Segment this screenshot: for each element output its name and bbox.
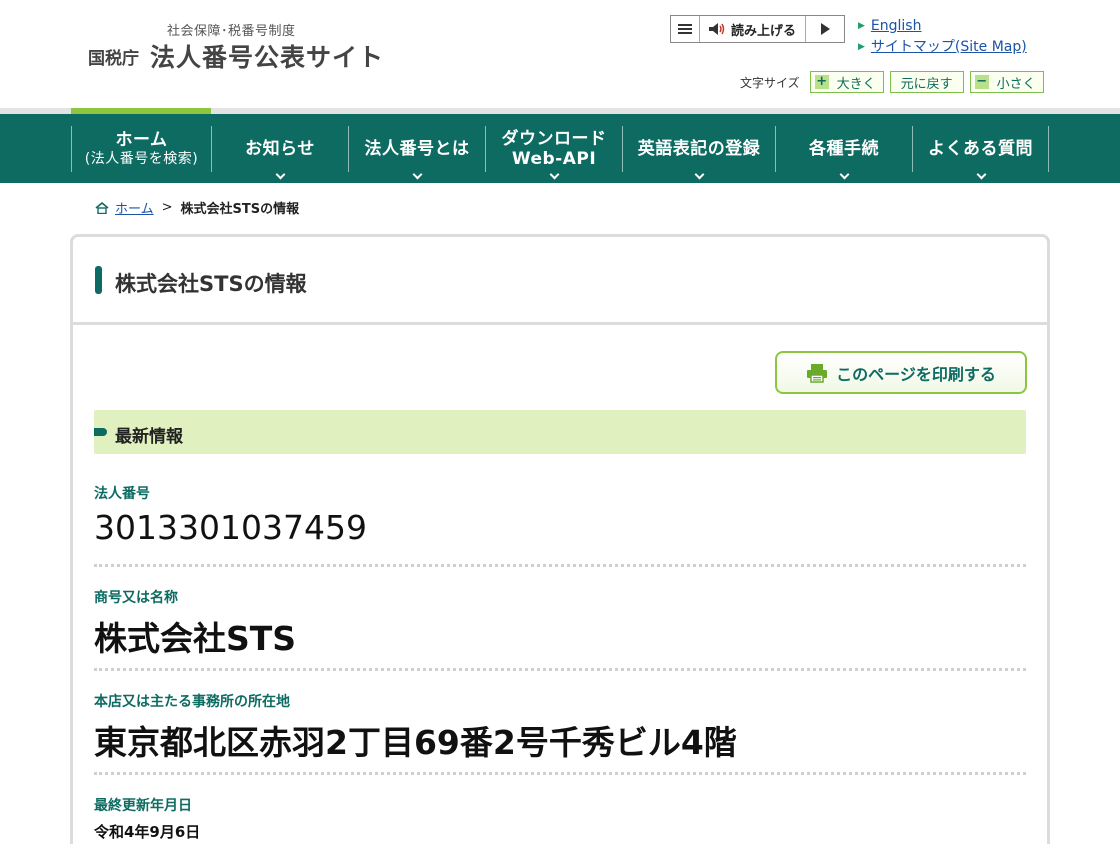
- field-address: 本店又は主たる事務所の所在地 東京都北区赤羽2丁目69番2号千秀ビル4階: [94, 691, 1026, 764]
- field-label: 商号又は名称: [94, 590, 178, 606]
- font-bigger-label: 大きく: [836, 76, 876, 92]
- printer-icon: [807, 363, 828, 383]
- site-header: 社会保障･税番号制度 国税庁 法人番号公表サイト 読み上げる ▶ English …: [0, 0, 1120, 108]
- print-button-label: このページを印刷する: [836, 364, 996, 384]
- field-company-name: 商号又は名称 株式会社STS: [94, 587, 1026, 660]
- menu-icon-line: [678, 28, 692, 30]
- menu-icon-line: [678, 32, 692, 34]
- field-value: 株式会社STS: [94, 619, 297, 658]
- field-value: 3013301037459: [94, 508, 367, 547]
- readspeaker-read-button[interactable]: 読み上げる: [700, 16, 806, 42]
- panel-header: 株式会社STSの情報: [73, 237, 1047, 325]
- latest-info-header: 最新情報: [94, 410, 1026, 454]
- chevron-down-icon: [839, 169, 850, 180]
- nav-item-home[interactable]: ホーム (法人番号を検索): [71, 126, 211, 172]
- nav-item-label: お知らせ: [245, 139, 315, 159]
- chevron-down-icon: [412, 169, 423, 180]
- font-size-label: 文字サイズ: [740, 75, 800, 90]
- arrow-right-icon: ▶: [858, 21, 865, 31]
- english-link-label: English: [870, 18, 922, 34]
- nav-item-sublabel: (法人番号を検索): [84, 151, 199, 167]
- field-divider: [94, 668, 1026, 671]
- font-size-controls: 文字サイズ + 大きく 元に戻す − 小さく: [740, 71, 1050, 93]
- header-links: ▶ English ▶ サイトマップ(Site Map): [858, 16, 1027, 58]
- home-icon: [95, 201, 109, 214]
- nav-item-label: 各種手続: [809, 139, 879, 159]
- readspeaker-menu-button[interactable]: [671, 16, 700, 42]
- section-title: 最新情報: [115, 427, 183, 447]
- readspeaker-play-button[interactable]: [806, 16, 844, 42]
- font-smaller-button[interactable]: − 小さく: [969, 71, 1044, 93]
- section-accent-bar: [94, 428, 107, 436]
- chevron-down-icon: [976, 169, 986, 180]
- plus-icon: +: [814, 74, 829, 89]
- title-accent-bar: [95, 266, 102, 294]
- field-value: 令和4年9月6日: [94, 823, 201, 841]
- nav-item-label: ダウンロード: [501, 129, 607, 149]
- nav-item-download[interactable]: ダウンロード Web-API: [485, 126, 622, 180]
- nav-item-label: 英語表記の登録: [637, 139, 761, 159]
- play-icon: [820, 23, 830, 35]
- english-link[interactable]: ▶ English: [858, 16, 1027, 37]
- logo-title: 法人番号公表サイト: [150, 43, 385, 72]
- field-value: 東京都北区赤羽2丁目69番2号千秀ビル4階: [94, 723, 737, 762]
- breadcrumb-current: 株式会社STSの情報: [180, 202, 300, 217]
- breadcrumb-separator: >: [161, 200, 173, 215]
- print-page-button[interactable]: このページを印刷する: [775, 351, 1027, 394]
- breadcrumb-home-link[interactable]: ホーム: [115, 198, 154, 217]
- nav-item-label: よくある質問: [928, 139, 1033, 159]
- readspeaker-label: 読み上げる: [731, 23, 797, 39]
- field-corporate-number: 法人番号 3013301037459: [94, 483, 1026, 547]
- nav-item-procedures[interactable]: 各種手続: [775, 126, 912, 180]
- minus-icon: −: [974, 74, 989, 89]
- nav-item-about[interactable]: 法人番号とは: [348, 126, 485, 180]
- arrow-right-icon: ▶: [858, 42, 865, 52]
- field-divider: [94, 772, 1026, 775]
- menu-icon-line: [678, 24, 692, 26]
- field-label: 最終更新年月日: [94, 798, 192, 814]
- nav-item-label: 法人番号とは: [364, 139, 470, 159]
- font-reset-button[interactable]: 元に戻す: [889, 71, 964, 93]
- nav-item-english-registration[interactable]: 英語表記の登録: [622, 126, 775, 180]
- chevron-down-icon: [694, 169, 705, 180]
- logo-subtitle: 社会保障･税番号制度: [167, 24, 296, 39]
- field-label: 法人番号: [94, 486, 150, 502]
- nav-item-news[interactable]: お知らせ: [211, 126, 348, 180]
- chevron-down-icon: [549, 169, 560, 180]
- font-reset-label: 元に戻す: [900, 76, 953, 92]
- sitemap-link[interactable]: ▶ サイトマップ(Site Map): [858, 37, 1027, 58]
- corporate-info-panel: 株式会社STSの情報 このページを印刷する 最新情報 法人番号 30133010…: [70, 234, 1050, 844]
- site-logo[interactable]: 社会保障･税番号制度 国税庁 法人番号公表サイト: [88, 18, 398, 78]
- speaker-icon: [709, 23, 725, 35]
- readspeaker-widget: 読み上げる: [670, 15, 845, 43]
- global-nav: ホーム (法人番号を検索) お知らせ 法人番号とは ダウンロード Web-API…: [0, 114, 1120, 183]
- nav-item-faq[interactable]: よくある質問: [912, 126, 1049, 180]
- logo-agency: 国税庁: [88, 49, 139, 69]
- font-smaller-label: 小さく: [996, 76, 1036, 92]
- sitemap-link-label: サイトマップ(Site Map): [870, 39, 1027, 55]
- field-divider: [94, 564, 1026, 567]
- nav-item-sublabel: Web-API: [511, 149, 597, 169]
- nav-item-label: ホーム: [115, 130, 168, 150]
- page-title: 株式会社STSの情報: [115, 272, 307, 296]
- breadcrumb: ホーム > 株式会社STSの情報: [95, 198, 299, 217]
- field-label: 本店又は主たる事務所の所在地: [94, 694, 290, 710]
- font-bigger-button[interactable]: + 大きく: [809, 71, 884, 93]
- field-last-updated: 最終更新年月日 令和4年9月6日: [94, 795, 1026, 842]
- chevron-down-icon: [275, 169, 286, 180]
